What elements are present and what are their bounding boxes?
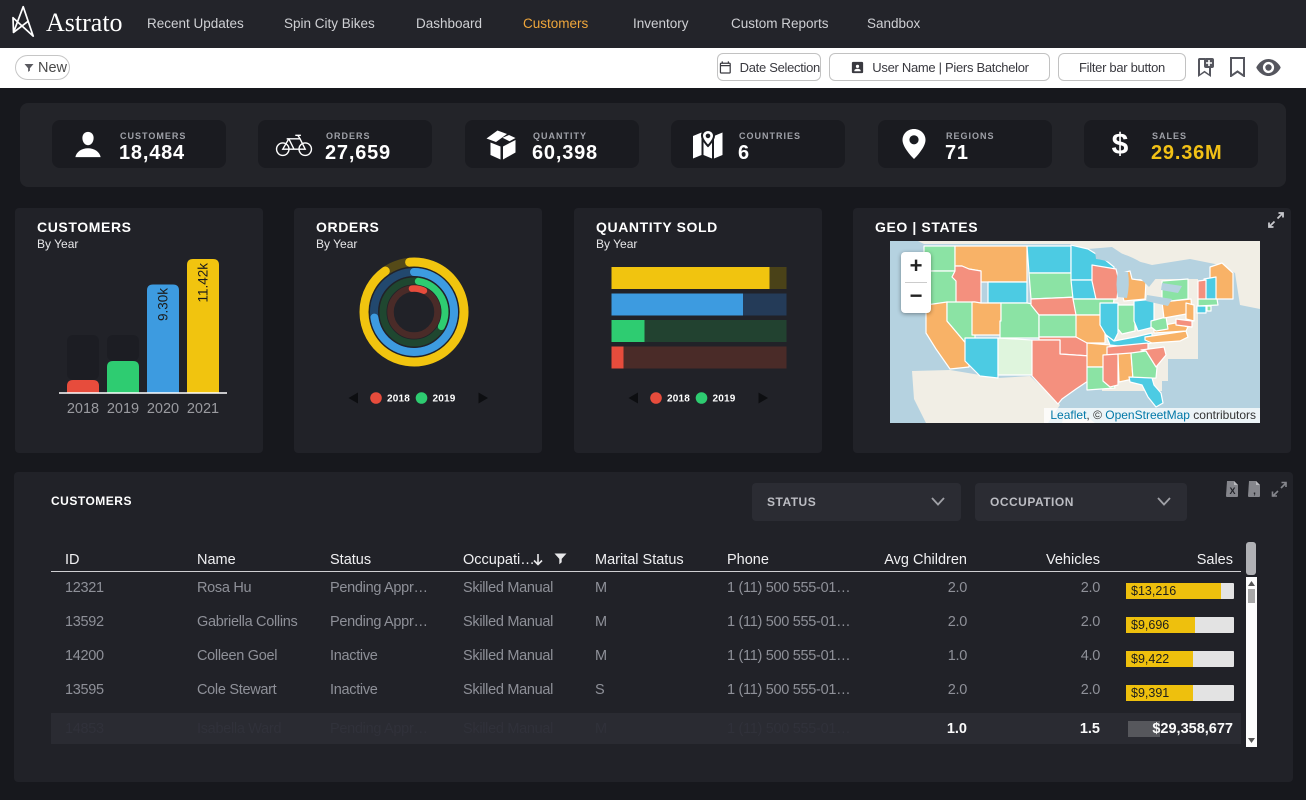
- svg-text:2018: 2018: [67, 401, 99, 417]
- svg-text:2020: 2020: [147, 401, 179, 417]
- svg-text:2018: 2018: [667, 394, 690, 405]
- svg-text:2021: 2021: [187, 401, 219, 417]
- svg-text:2019: 2019: [107, 401, 139, 417]
- svg-text:11.42k: 11.42k: [196, 263, 211, 303]
- svg-text:9.30k: 9.30k: [156, 288, 171, 321]
- svg-text:2019: 2019: [433, 394, 456, 405]
- svg-text:$: $: [1112, 128, 1129, 161]
- svg-text:2018: 2018: [387, 394, 410, 405]
- svg-text:X: X: [1229, 486, 1235, 496]
- svg-text:,: ,: [1253, 486, 1256, 497]
- svg-text:2019: 2019: [713, 394, 736, 405]
